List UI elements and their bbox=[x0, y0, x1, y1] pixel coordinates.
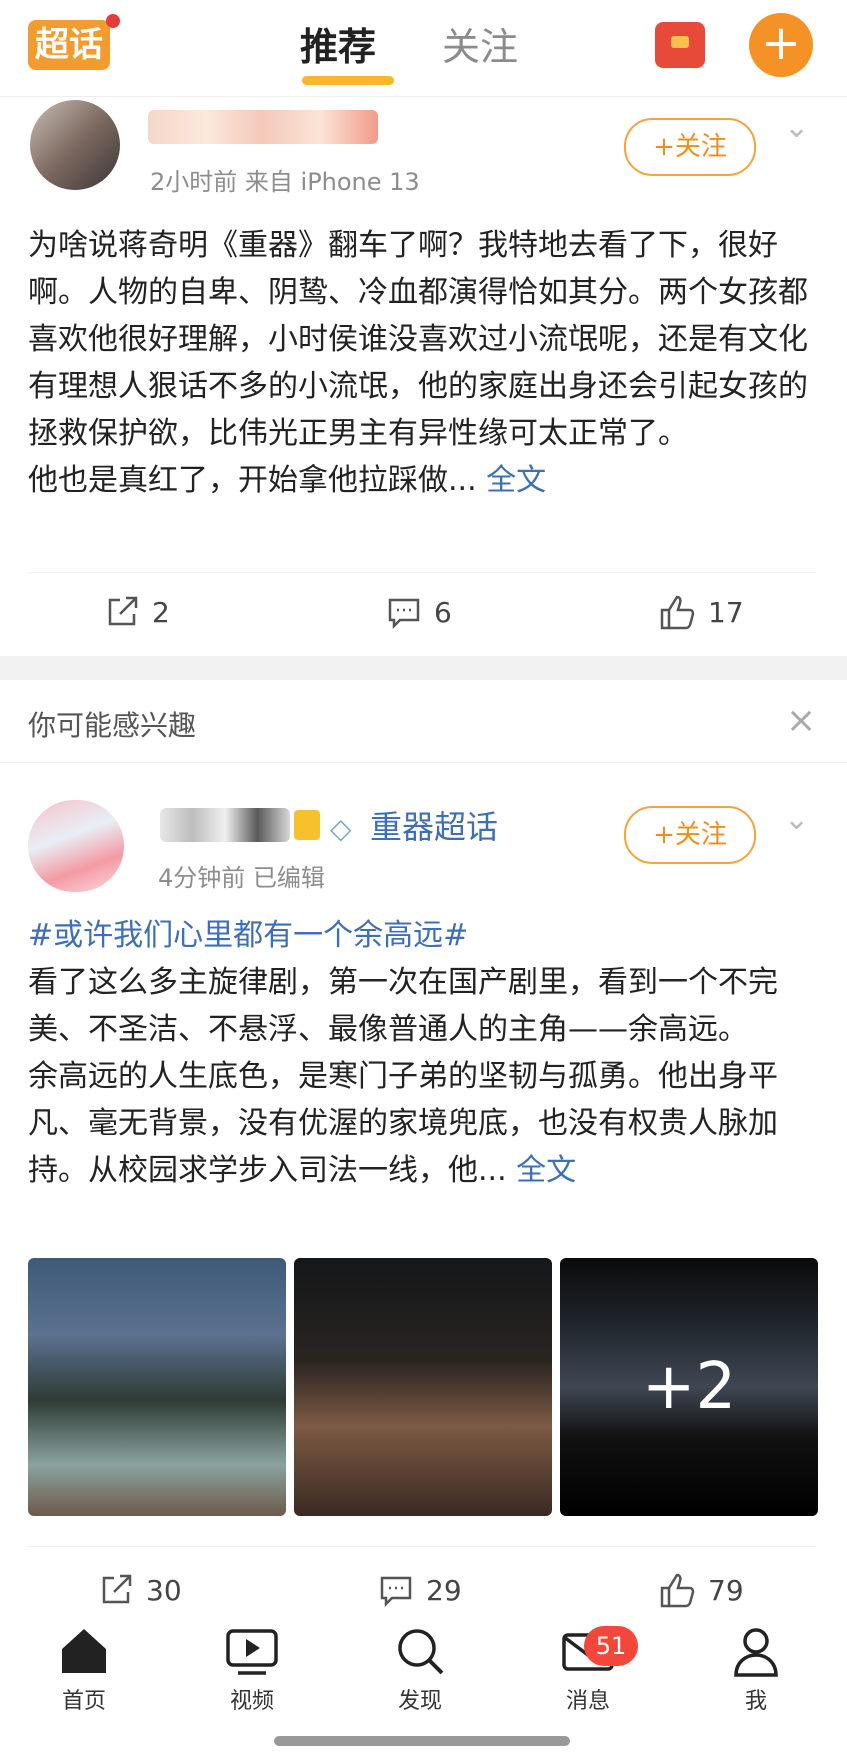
post-image[interactable] bbox=[294, 1258, 552, 1516]
like-count: 79 bbox=[708, 1573, 744, 1607]
post-meta: 4分钟前 已编辑 bbox=[158, 864, 325, 892]
nav-label: 发现 bbox=[397, 1689, 442, 1714]
nav-label: 我 bbox=[744, 1689, 767, 1714]
topic-link[interactable]: 重器超话 bbox=[370, 802, 498, 848]
comment-count: 29 bbox=[426, 1573, 462, 1607]
bottom-nav: 首页 视频 发现 消息 我 bbox=[0, 1615, 847, 1755]
hashtag-link[interactable]: #或许我们心里都有一个余高远# bbox=[28, 912, 816, 959]
post-last-line: 余高远的人生底色，是寒门子弟的坚韧与孤勇。他出身平凡、毫无背景，没有优渥的家境兜… bbox=[28, 1059, 778, 1188]
avatar[interactable] bbox=[28, 800, 124, 892]
profile-icon bbox=[734, 1628, 778, 1677]
comment-icon bbox=[380, 1576, 412, 1608]
post-body: 为啥说蒋奇明《重器》翻车了啊？我特地去看了下，很好啊。人物的自卑、阴鸷、冷血都演… bbox=[28, 228, 808, 451]
plus-icon[interactable]: + bbox=[749, 13, 813, 77]
vip-badge-icon bbox=[294, 810, 320, 840]
thumbs-up-icon bbox=[660, 1573, 695, 1608]
follow-button[interactable]: +关注 bbox=[624, 806, 756, 864]
tab-recommend[interactable]: 推荐 bbox=[300, 22, 376, 72]
nav-label: 视频 bbox=[229, 1689, 274, 1714]
search-icon bbox=[398, 1629, 444, 1675]
section-gap bbox=[0, 656, 847, 680]
post-text: #或许我们心里都有一个余高远# 看了这么多主旋律剧，第一次在国产剧里，看到一个不… bbox=[28, 912, 816, 1194]
nav-profile[interactable]: 我 bbox=[696, 1623, 816, 1715]
avatar[interactable] bbox=[30, 100, 120, 190]
nav-video[interactable]: 视频 bbox=[192, 1623, 312, 1715]
like-button[interactable]: 79 bbox=[658, 1572, 744, 1608]
nav-discover[interactable]: 发现 bbox=[360, 1623, 480, 1715]
close-icon[interactable]: × bbox=[786, 700, 816, 741]
divider bbox=[28, 1546, 816, 1547]
like-count: 17 bbox=[708, 595, 744, 629]
post-image[interactable]: +2 bbox=[560, 1258, 818, 1516]
follow-button[interactable]: +关注 bbox=[624, 118, 756, 176]
post-meta: 2小时前 来自 iPhone 13 bbox=[150, 168, 420, 196]
nav-label: 首页 bbox=[61, 1689, 106, 1714]
username-blurred[interactable] bbox=[148, 110, 378, 144]
like-button[interactable]: 17 bbox=[658, 594, 744, 630]
repost-icon bbox=[102, 1574, 132, 1604]
nav-home[interactable]: 首页 bbox=[24, 1623, 144, 1715]
repost-count: 30 bbox=[146, 1573, 182, 1607]
comment-icon bbox=[388, 598, 420, 630]
comment-button[interactable]: 6 bbox=[386, 594, 452, 630]
top-bar bbox=[0, 0, 847, 97]
repost-count: 2 bbox=[152, 595, 170, 629]
more-images-count: +2 bbox=[641, 1350, 737, 1424]
suggest-title: 你可能感兴趣 bbox=[28, 709, 197, 742]
diamond-icon: ◇ bbox=[330, 812, 352, 845]
post-image[interactable] bbox=[28, 1258, 286, 1516]
repost-button[interactable]: 2 bbox=[104, 594, 170, 630]
username-blurred[interactable] bbox=[160, 808, 290, 842]
home-indicator[interactable] bbox=[274, 1736, 570, 1746]
post-text: 为啥说蒋奇明《重器》翻车了啊？我特地去看了下，很好啊。人物的自卑、阴鸷、冷血都演… bbox=[28, 222, 816, 504]
divider bbox=[28, 572, 816, 573]
message-badge: 51 bbox=[584, 1626, 638, 1666]
chevron-down-icon[interactable]: ⌄ bbox=[784, 802, 809, 837]
divider bbox=[0, 762, 847, 763]
chevron-down-icon[interactable]: ⌄ bbox=[784, 110, 809, 145]
repost-button[interactable]: 30 bbox=[98, 1572, 182, 1608]
post-body: 看了这么多主旋律剧，第一次在国产剧里，看到一个不完美、不圣洁、不悬浮、最像普通人… bbox=[28, 965, 778, 1047]
repost-icon bbox=[108, 596, 138, 626]
notification-dot bbox=[106, 14, 120, 28]
tab-following[interactable]: 关注 bbox=[442, 22, 518, 72]
read-more-link[interactable]: 全文 bbox=[486, 463, 546, 498]
video-icon bbox=[226, 1629, 278, 1675]
home-icon bbox=[62, 1629, 106, 1673]
nav-label: 消息 bbox=[565, 1689, 610, 1714]
red-packet-icon[interactable] bbox=[655, 22, 705, 68]
comment-count: 6 bbox=[434, 595, 452, 629]
active-tab-indicator bbox=[302, 76, 394, 85]
comment-button[interactable]: 29 bbox=[378, 1572, 462, 1608]
supertopic-logo[interactable]: 超话 bbox=[28, 20, 110, 70]
post-last-line: 他也是真红了，开始拿他拉踩做... bbox=[28, 463, 477, 498]
read-more-link[interactable]: 全文 bbox=[516, 1153, 576, 1188]
thumbs-up-icon bbox=[660, 595, 695, 630]
